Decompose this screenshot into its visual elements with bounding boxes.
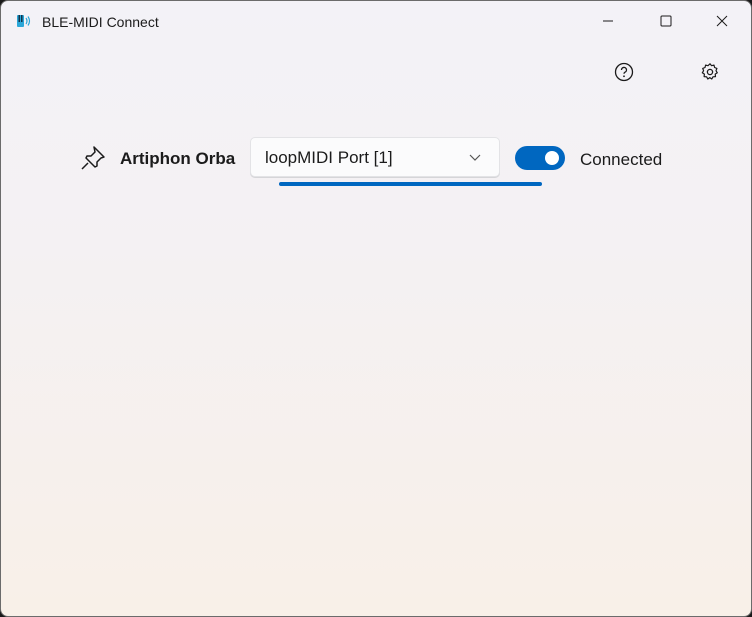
device-name: Artiphon Orba: [120, 149, 236, 168]
chevron-down-icon: [469, 154, 481, 161]
app-icon: [17, 15, 31, 27]
selected-port: loopMIDI Port [1]: [265, 148, 393, 167]
window-title: BLE-MIDI Connect: [42, 14, 159, 30]
title-bar: BLE-MIDI Connect: [1, 1, 751, 41]
app-window: BLE-MIDI Connect Artiphon Orba loopMIDI …: [0, 0, 752, 617]
minimize-button[interactable]: [585, 1, 631, 41]
connection-status: Connected: [580, 150, 663, 169]
gear-icon: [701, 63, 718, 80]
toggle-knob: [545, 151, 559, 165]
pin-icon[interactable]: [79, 144, 107, 172]
activity-progress-bar: [279, 182, 542, 186]
maximize-icon: [660, 15, 672, 27]
help-button[interactable]: [609, 57, 639, 87]
settings-button[interactable]: [695, 57, 725, 87]
minimize-icon: [603, 20, 613, 22]
midi-port-dropdown[interactable]: loopMIDI Port [1]: [250, 137, 500, 177]
maximize-button[interactable]: [643, 1, 689, 41]
close-icon: [716, 15, 728, 27]
connection-toggle[interactable]: [515, 146, 565, 170]
help-circle-icon: [614, 62, 634, 82]
close-button[interactable]: [699, 1, 745, 41]
